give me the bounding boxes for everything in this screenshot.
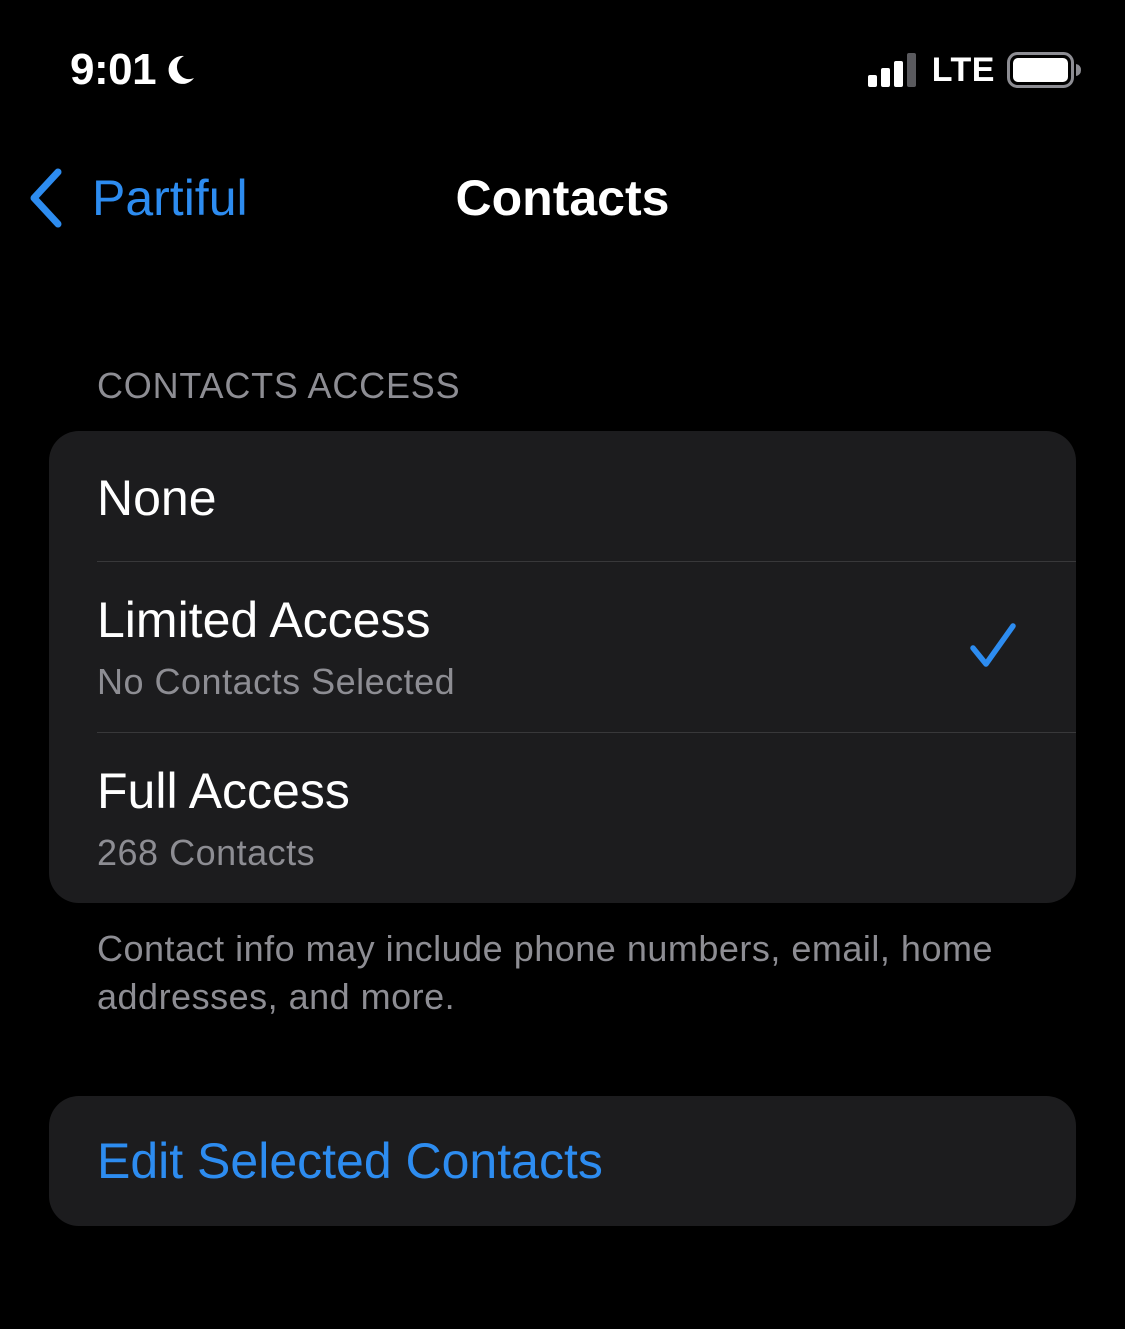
option-title: Limited Access	[97, 592, 431, 648]
chevron-left-icon	[30, 168, 62, 228]
battery-icon	[1007, 52, 1081, 88]
status-bar: 9:01 LTE	[0, 0, 1125, 140]
status-time-text: 9:01	[70, 45, 157, 94]
contacts-access-options: None Limited Access No Contacts Selected…	[49, 431, 1076, 903]
signal-icon	[867, 53, 916, 87]
option-title: None	[97, 470, 217, 526]
back-button[interactable]: Partiful	[26, 166, 248, 230]
option-subtitle: 268 Contacts	[97, 832, 316, 873]
edit-selected-contacts-button[interactable]: Edit Selected Contacts	[49, 1096, 1076, 1226]
edit-selected-contacts-label: Edit Selected Contacts	[97, 1133, 603, 1189]
section-header: CONTACTS ACCESS	[97, 365, 461, 406]
navigation-bar: Contacts Partiful	[0, 150, 1125, 250]
status-indicators: LTE	[867, 50, 1083, 90]
option-none[interactable]: None	[49, 431, 1076, 562]
back-button-label: Partiful	[92, 170, 248, 226]
checkmark-icon	[970, 623, 1016, 667]
option-limited-access[interactable]: Limited Access No Contacts Selected	[49, 562, 1076, 733]
option-title: Full Access	[97, 763, 350, 819]
status-time: 9:01	[70, 44, 198, 96]
option-full-access[interactable]: Full Access 268 Contacts	[49, 733, 1076, 903]
network-type-label: LTE	[931, 51, 995, 89]
section-footer-note: Contact info may include phone numbers, …	[97, 928, 993, 1017]
option-subtitle: No Contacts Selected	[97, 661, 456, 702]
moon-icon	[168, 55, 195, 84]
